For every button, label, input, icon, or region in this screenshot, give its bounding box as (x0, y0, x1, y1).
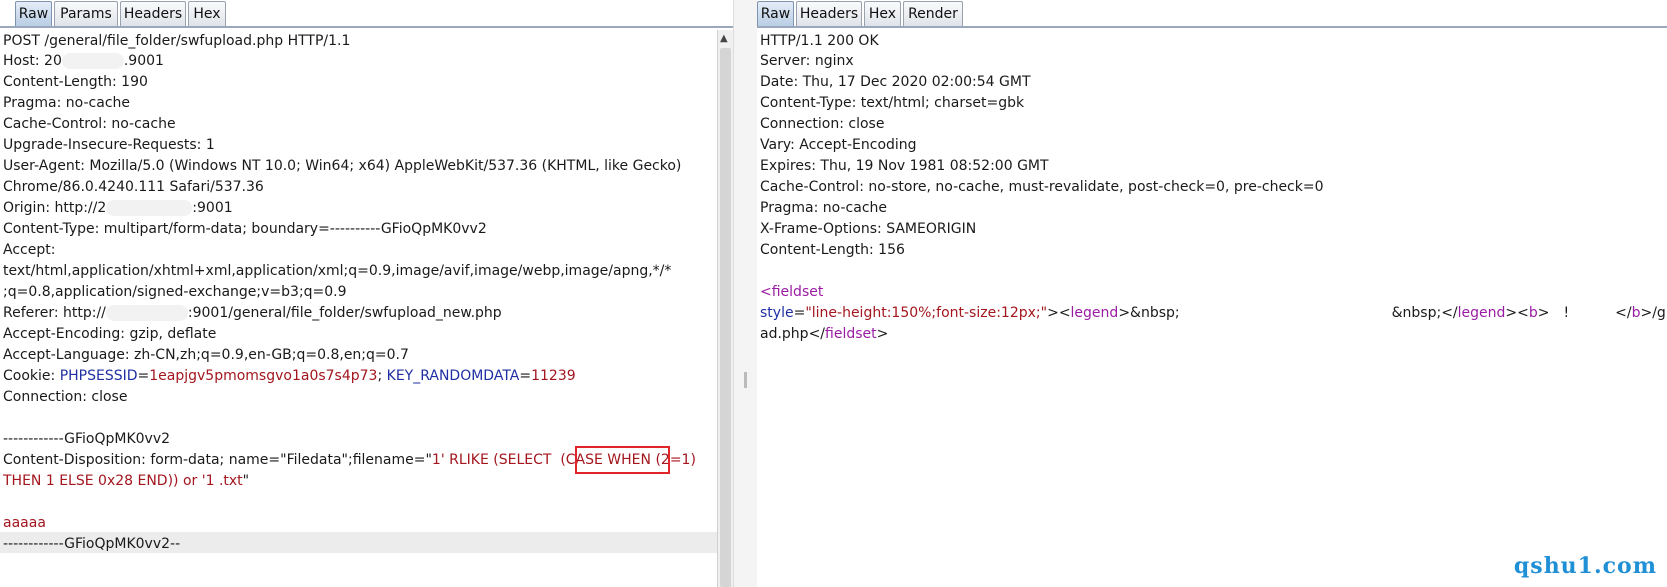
redacted-blur (106, 200, 193, 216)
date-header: Date: Thu, 17 Dec 2020 02:00:54 GMT (760, 74, 1031, 90)
content-disposition-continued: THEN 1 ELSE 0x28 END)) or '1 .txt" (3, 473, 250, 489)
cache-control-header: Cache-Control: no-store, no-cache, must-… (760, 179, 1324, 195)
accept-header: Accept: (3, 242, 56, 258)
tab-underline (757, 26, 1667, 28)
html-fieldset-open: <fieldset (760, 284, 824, 300)
request-pane: Raw Params Headers Hex POST /general/fil… (0, 0, 733, 587)
watermark-logo: qshu1.com (1513, 553, 1657, 579)
server-header: Server: nginx (760, 53, 854, 69)
html-body-line: style="line-height:150%;font-size:12px;"… (760, 305, 1666, 321)
response-tab-render[interactable]: Render (903, 1, 963, 26)
vary-header: Vary: Accept-Encoding (760, 137, 917, 153)
content-length-header: Content-Length: 190 (3, 74, 148, 90)
expires-header: Expires: Thu, 19 Nov 1981 08:52:00 GMT (760, 158, 1049, 174)
redacted-blur (61, 53, 124, 69)
scrollbar-thumb[interactable] (720, 48, 731, 587)
request-tab-hex[interactable]: Hex (188, 1, 226, 26)
response-tab-bar: Raw Headers Hex Render (757, 0, 1667, 28)
accept-encoding-header: Accept-Encoding: gzip, deflate (3, 326, 217, 342)
response-tab-hex[interactable]: Hex (864, 1, 901, 26)
status-line: HTTP/1.1 200 OK (760, 33, 879, 49)
pragma-header: Pragma: no-cache (3, 95, 131, 111)
pragma-header: Pragma: no-cache (760, 200, 888, 216)
response-tab-headers[interactable]: Headers (796, 1, 862, 26)
request-tab-params[interactable]: Params (54, 1, 118, 26)
request-scrollbar[interactable]: ▲ (717, 30, 733, 587)
content-length-header: Content-Length: 156 (760, 242, 905, 258)
pane-splitter[interactable] (733, 0, 759, 587)
body-content: aaaaa (3, 515, 46, 531)
upgrade-insecure-header: Upgrade-Insecure-Requests: 1 (3, 137, 215, 153)
scroll-up-arrow-icon[interactable]: ▲ (720, 33, 728, 44)
cache-control-header: Cache-Control: no-cache (3, 116, 176, 132)
content-type-header: Content-Type: text/html; charset=gbk (760, 95, 1025, 111)
tab-underline (0, 26, 733, 28)
response-editor[interactable]: HTTP/1.1 200 OK Server: nginx Date: Thu,… (757, 30, 1667, 587)
origin-header: Origin: http://2:9001 (3, 200, 233, 216)
multipart-boundary-end: ------------GFioQpMK0vv2-- (3, 536, 181, 552)
cookie-header: Cookie: PHPSESSID=1eapjgv5pmomsgvo1a0s7s… (3, 368, 576, 384)
accept-language-header: Accept-Language: zh-CN,zh;q=0.9,en-GB;q=… (3, 347, 409, 363)
highlight-annotation-box (575, 446, 670, 474)
request-line: POST /general/file_folder/swfupload.php … (3, 33, 351, 49)
accept-value-continued: ;q=0.8,application/signed-exchange;v=b3;… (3, 284, 347, 300)
request-tab-raw[interactable]: Raw (15, 1, 52, 26)
content-type-header: Content-Type: multipart/form-data; bound… (3, 221, 487, 237)
request-editor[interactable]: POST /general/file_folder/swfupload.php … (0, 30, 733, 587)
response-pane: Raw Headers Hex Render HTTP/1.1 200 OK S… (757, 0, 1667, 587)
request-tab-headers[interactable]: Headers (120, 1, 186, 26)
referer-header: Referer: http://:9001/general/file_folde… (3, 305, 502, 321)
splitter-grip-icon[interactable] (744, 372, 747, 388)
connection-header: Connection: close (3, 389, 128, 405)
connection-header: Connection: close (760, 116, 885, 132)
response-tab-raw[interactable]: Raw (757, 1, 794, 26)
multipart-boundary: ------------GFioQpMK0vv2 (3, 431, 171, 447)
host-header: Host: 20.9001 (3, 53, 164, 69)
accept-value: text/html,application/xhtml+xml,applicat… (3, 263, 672, 279)
x-frame-options-header: X-Frame-Options: SAMEORIGIN (760, 221, 977, 237)
request-tab-bar: Raw Params Headers Hex (0, 0, 733, 28)
user-agent-continued: Chrome/86.0.4240.111 Safari/537.36 (3, 179, 264, 195)
redacted-blur (105, 305, 188, 321)
user-agent-header: User-Agent: Mozilla/5.0 (Windows NT 10.0… (3, 158, 682, 174)
html-fieldset-close: ad.php</fieldset> (760, 326, 889, 342)
